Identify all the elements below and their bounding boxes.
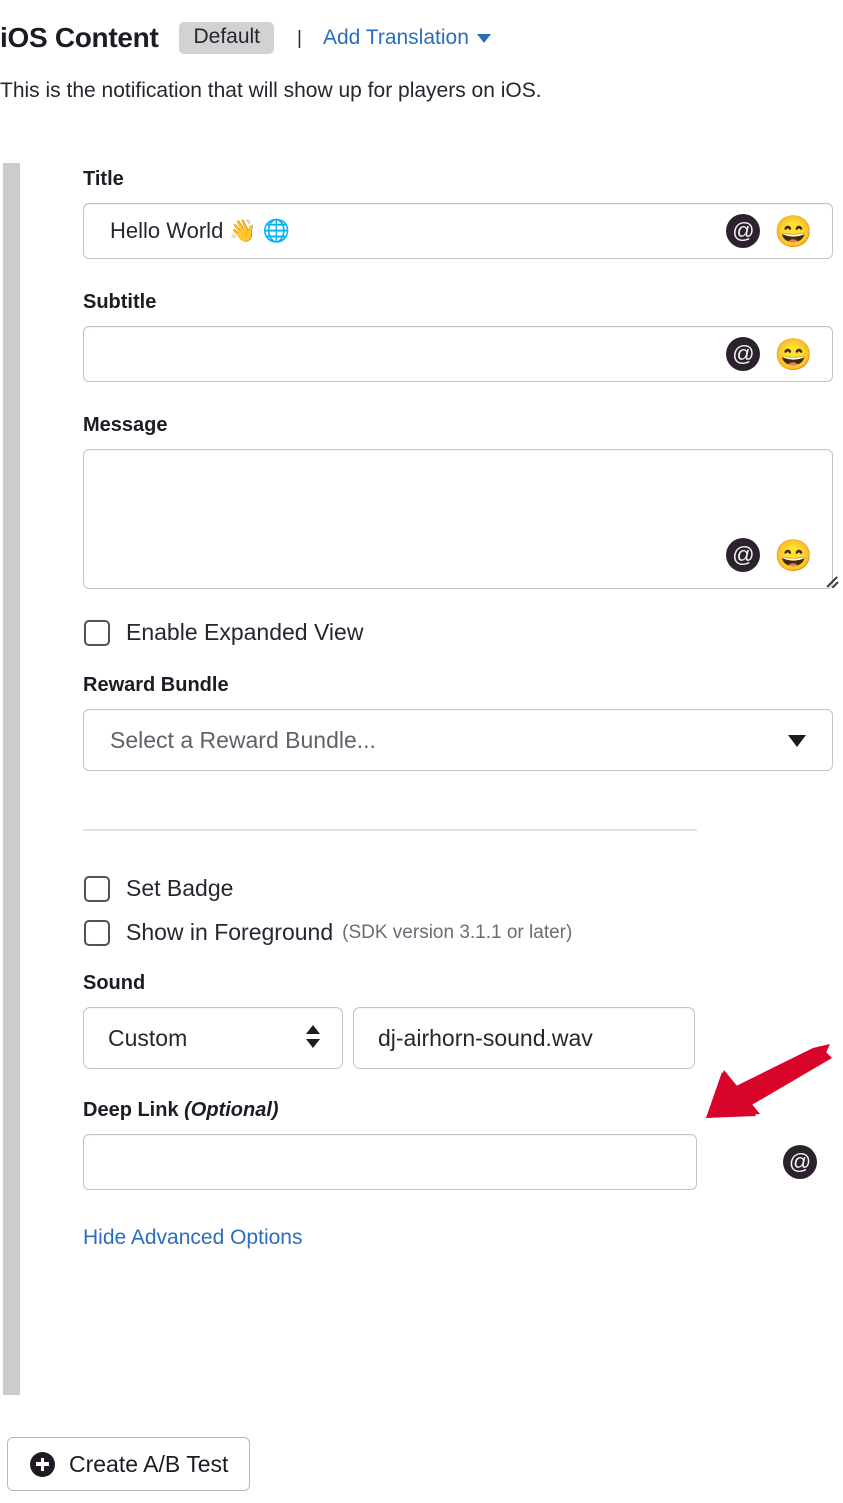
emoji-picker-icon[interactable]: 😄 — [774, 540, 813, 571]
title-input[interactable] — [83, 203, 833, 259]
deep-link-field-wrap: @ — [83, 1134, 843, 1190]
set-badge-row[interactable]: Set Badge — [84, 875, 843, 902]
deep-link-optional-text: (Optional) — [184, 1099, 279, 1121]
subtitle-input[interactable] — [83, 326, 833, 382]
show-in-foreground-row[interactable]: Show in Foreground (SDK version 3.1.1 or… — [84, 919, 843, 946]
enable-expanded-view-row[interactable]: Enable Expanded View — [84, 619, 843, 646]
message-field-wrap: @ 😄 — [83, 449, 843, 589]
deep-link-label: Deep Link (Optional) — [83, 1099, 843, 1122]
subtitle-label: Subtitle — [83, 291, 157, 313]
add-translation-link[interactable]: Add Translation — [323, 26, 491, 50]
sound-type-select[interactable]: Custom — [83, 1007, 343, 1069]
emoji-picker-icon[interactable]: 😄 — [774, 339, 813, 370]
sound-file-input[interactable] — [353, 1007, 695, 1069]
chevron-down-icon — [476, 33, 491, 43]
enable-expanded-view-label: Enable Expanded View — [126, 619, 364, 645]
at-mention-icon[interactable]: @ — [726, 214, 761, 248]
set-badge-label: Set Badge — [126, 875, 234, 901]
create-ab-test-button[interactable]: Create A/B Test — [7, 1437, 250, 1491]
show-in-foreground-label: Show in Foreground — [126, 919, 334, 945]
message-label: Message — [83, 414, 168, 436]
reward-bundle-selected-value: Select a Reward Bundle... — [110, 726, 376, 753]
emoji-picker-icon[interactable]: 😄 — [774, 216, 813, 247]
hide-advanced-options-link[interactable]: Hide Advanced Options — [83, 1226, 302, 1249]
subtitle-field-wrap: @ 😄 — [83, 326, 843, 382]
deep-link-input[interactable] — [83, 1134, 697, 1190]
chevron-down-icon — [788, 735, 806, 747]
section-divider — [83, 829, 697, 831]
left-scroll-rail — [3, 163, 20, 1395]
sound-row: Custom — [83, 1007, 843, 1069]
deep-link-field-icons: @ — [783, 1145, 817, 1179]
page-title: iOS Content — [0, 22, 159, 53]
deep-link-label-text: Deep Link — [83, 1099, 179, 1121]
reward-bundle-select[interactable]: Select a Reward Bundle... — [83, 709, 833, 771]
show-in-foreground-checkbox[interactable] — [84, 919, 110, 946]
enable-expanded-view-checkbox[interactable] — [84, 619, 110, 646]
set-badge-checkbox[interactable] — [84, 875, 110, 902]
show-in-foreground-note: (SDK version 3.1.1 or later) — [342, 921, 573, 943]
title-field-wrap: @ 😄 — [83, 203, 843, 259]
sound-label: Sound — [83, 972, 146, 994]
reward-bundle-label: Reward Bundle — [83, 674, 229, 696]
ios-content-form: Title @ 😄 Subtitle @ 😄 Message @ 😄 Enabl… — [83, 168, 843, 1250]
create-ab-test-label: Create A/B Test — [69, 1450, 229, 1477]
page-header: iOS Content Default | Add Translation — [0, 18, 491, 58]
intro-description: This is the notification that will show … — [0, 79, 542, 102]
at-mention-icon[interactable]: @ — [783, 1145, 817, 1179]
subtitle-field-icons: @ 😄 — [726, 337, 813, 371]
header-separator: | — [297, 27, 302, 49]
at-mention-icon[interactable]: @ — [726, 337, 761, 371]
title-field-icons: @ 😄 — [726, 214, 813, 248]
add-translation-label: Add Translation — [322, 26, 469, 49]
message-field-icons: @ 😄 — [726, 538, 813, 572]
title-label: Title — [83, 168, 124, 190]
plus-circle-icon — [30, 1451, 55, 1477]
sound-type-selected-value: Custom — [108, 1024, 188, 1051]
message-textarea[interactable] — [83, 449, 833, 589]
at-mention-icon[interactable]: @ — [726, 538, 761, 572]
default-language-badge: Default — [179, 21, 275, 55]
stepper-arrows-icon — [306, 1025, 320, 1048]
